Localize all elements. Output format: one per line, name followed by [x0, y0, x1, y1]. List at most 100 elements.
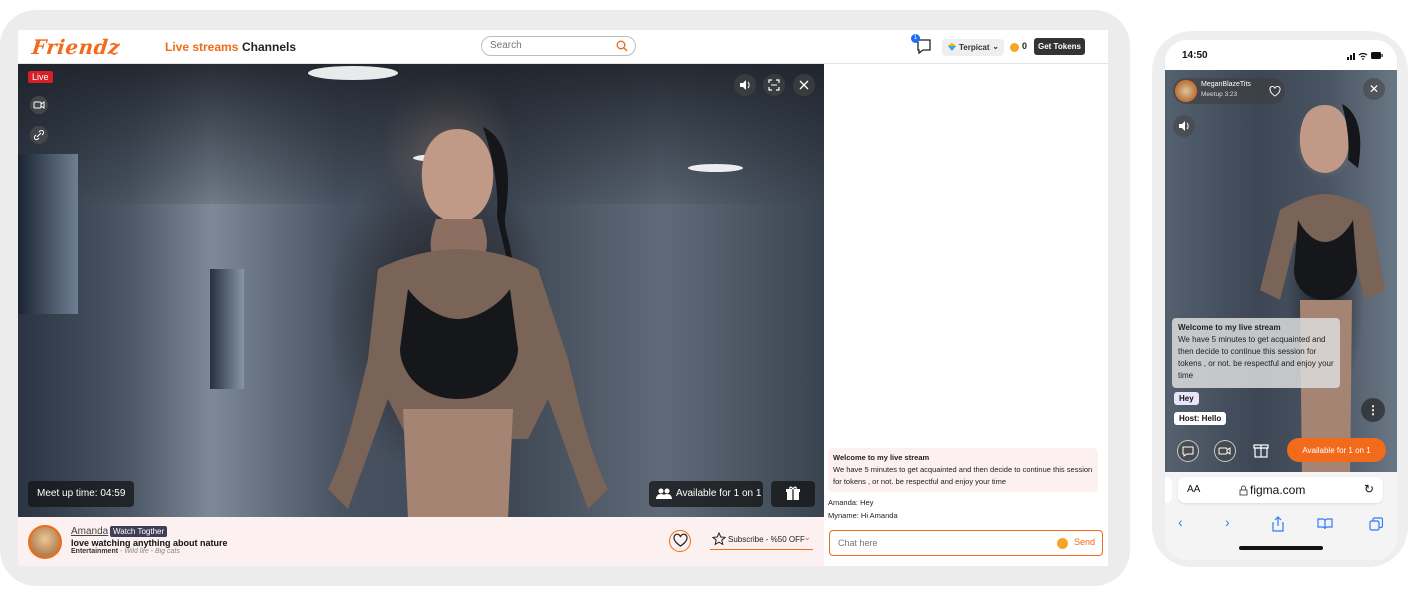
close-icon	[799, 80, 809, 90]
host-name-link[interactable]: Amanda	[71, 526, 108, 537]
bookmarks-icon[interactable]	[1317, 518, 1333, 530]
messages-badge: 1	[911, 34, 920, 43]
nav-live-streams[interactable]: Live streams	[165, 40, 238, 54]
fullscreen-icon	[768, 79, 780, 91]
mobile-available-1on1-button[interactable]: Available for 1 on 1	[1287, 438, 1386, 462]
get-tokens-button[interactable]: Get Tokens	[1034, 38, 1085, 55]
subscribe-button[interactable]: Subscribe - %50 OFF ⌄	[710, 530, 813, 550]
reload-icon[interactable]: ↻	[1364, 482, 1374, 496]
subcategory-label: - Wild life - Big cats	[120, 548, 180, 555]
chevron-down-icon: ⌄	[803, 532, 811, 542]
volume-button[interactable]	[734, 74, 756, 96]
logo[interactable]: Friendz	[31, 35, 122, 59]
gift-icon	[786, 486, 800, 500]
star-icon	[712, 532, 726, 546]
gift-icon	[1253, 444, 1269, 458]
mobile-chat-button[interactable]	[1177, 440, 1199, 462]
share-link-button[interactable]	[30, 126, 48, 144]
gem-icon	[948, 43, 956, 51]
token-count: 0	[1022, 41, 1028, 51]
mobile-chat-message: Hey	[1174, 392, 1199, 405]
meetup-timer: Meet up time: 04:59	[28, 481, 135, 507]
heart-icon[interactable]	[1268, 84, 1282, 98]
subscribe-label: Subscribe - %50 OFF	[728, 535, 805, 544]
mobile-host-chip[interactable]: MeganBlazeTits Meetup 3:23	[1173, 78, 1285, 104]
link-icon	[33, 129, 45, 141]
close-icon: ✕	[1368, 82, 1380, 96]
back-icon[interactable]: ‹	[1178, 514, 1183, 530]
mobile-chat-message: Host: Hello	[1174, 412, 1227, 425]
mobile-host-name: MeganBlazeTits	[1201, 81, 1251, 88]
signal-wifi-battery-icon	[1347, 52, 1383, 60]
available-label: Available for 1 on 1	[676, 488, 762, 499]
background-window	[210, 269, 244, 389]
coin-icon	[1010, 43, 1019, 52]
ceiling-light	[308, 66, 398, 80]
people-icon	[656, 488, 672, 499]
chat-input[interactable]	[838, 538, 1038, 548]
like-button[interactable]	[669, 530, 691, 552]
gift-button[interactable]	[771, 481, 815, 507]
welcome-body: We have 5 minutes to get acquainted and …	[1178, 335, 1334, 380]
chat-bubble-icon	[1182, 446, 1194, 457]
stream-category: Entertainment - Wild life - Big cats	[71, 548, 180, 555]
camera-button[interactable]	[30, 96, 48, 114]
chevron-down-icon: ⌄	[992, 42, 999, 51]
speaker-icon	[1179, 121, 1189, 131]
mobile-camera-button[interactable]	[1214, 440, 1236, 462]
tabs-icon[interactable]	[1369, 517, 1383, 531]
search-input[interactable]	[490, 40, 610, 51]
ceiling-light	[688, 164, 743, 172]
live-badge: Live	[28, 71, 53, 83]
chat-input-box: Send	[829, 530, 1103, 556]
url-domain: figma.com	[1250, 483, 1306, 497]
avatar	[1175, 80, 1197, 102]
mobile-gift-button[interactable]	[1251, 440, 1273, 462]
video-player[interactable]: Live Meet up time: 04:59 Available for 1…	[18, 64, 824, 517]
welcome-message: Welcome to my live stream We have 5 minu…	[828, 448, 1098, 492]
search-icon[interactable]	[616, 40, 628, 52]
chat-panel: Welcome to my live stream We have 5 minu…	[824, 64, 1108, 566]
browser-toolbar: AA figma.com ↻ ‹ ›	[1165, 472, 1397, 560]
search-box	[481, 36, 636, 56]
reader-mode-button[interactable]: AA	[1187, 484, 1200, 495]
emoji-icon[interactable]	[1057, 538, 1068, 549]
more-options-button[interactable]: ⋮	[1361, 398, 1385, 422]
forward-icon[interactable]: ›	[1225, 514, 1230, 530]
avatar[interactable]	[28, 525, 62, 559]
desktop-app: Friendz Live streams Channels 1 Terpicat…	[18, 30, 1108, 566]
share-icon[interactable]	[1271, 516, 1285, 532]
welcome-title: Welcome to my live stream	[833, 453, 930, 462]
streamer-figure	[328, 127, 608, 517]
status-bar: 14:50	[1165, 40, 1397, 70]
welcome-title: Welcome to my live stream	[1178, 323, 1281, 332]
status-time: 14:50	[1182, 50, 1208, 61]
mobile-app: 14:50 MeganBlazeTits Meetup 3:23 ✕ Welco…	[1165, 40, 1397, 560]
send-button[interactable]: Send	[1074, 537, 1095, 547]
speaker-icon	[740, 80, 750, 90]
welcome-body: We have 5 minutes to get acquainted and …	[833, 465, 1093, 486]
available-1on1-button[interactable]: Available for 1 on 1	[649, 481, 763, 507]
mobile-meetup-timer: Meetup 3:23	[1201, 91, 1238, 98]
previous-tab-edge[interactable]	[1165, 477, 1172, 503]
address-bar[interactable]: AA figma.com ↻	[1178, 477, 1383, 503]
background-window	[18, 154, 78, 314]
top-navbar: Friendz Live streams Channels 1 Terpicat…	[18, 30, 1108, 64]
mobile-volume-button[interactable]	[1173, 115, 1195, 137]
messages-button[interactable]: 1	[911, 34, 933, 55]
video-camera-icon	[33, 101, 45, 109]
more-vertical-icon: ⋮	[1367, 403, 1379, 417]
video-camera-icon	[1218, 447, 1231, 455]
user-menu[interactable]: Terpicat ⌄	[942, 39, 1004, 56]
nav-channels[interactable]: Channels	[242, 40, 296, 54]
home-indicator	[1239, 546, 1323, 550]
mobile-video[interactable]: MeganBlazeTits Meetup 3:23 ✕ Welcome to …	[1165, 70, 1397, 472]
watch-together-tag: Watch Togther	[110, 526, 168, 537]
close-video-button[interactable]	[793, 74, 815, 96]
fullscreen-button[interactable]	[763, 74, 785, 96]
stream-info-bar: Amanda Watch Togther love watching anyth…	[18, 517, 824, 566]
mobile-close-button[interactable]: ✕	[1363, 78, 1385, 100]
stream-description: love watching anything about nature	[71, 538, 228, 548]
mobile-welcome-message: Welcome to my live stream We have 5 minu…	[1172, 318, 1340, 388]
heart-icon	[672, 533, 688, 547]
